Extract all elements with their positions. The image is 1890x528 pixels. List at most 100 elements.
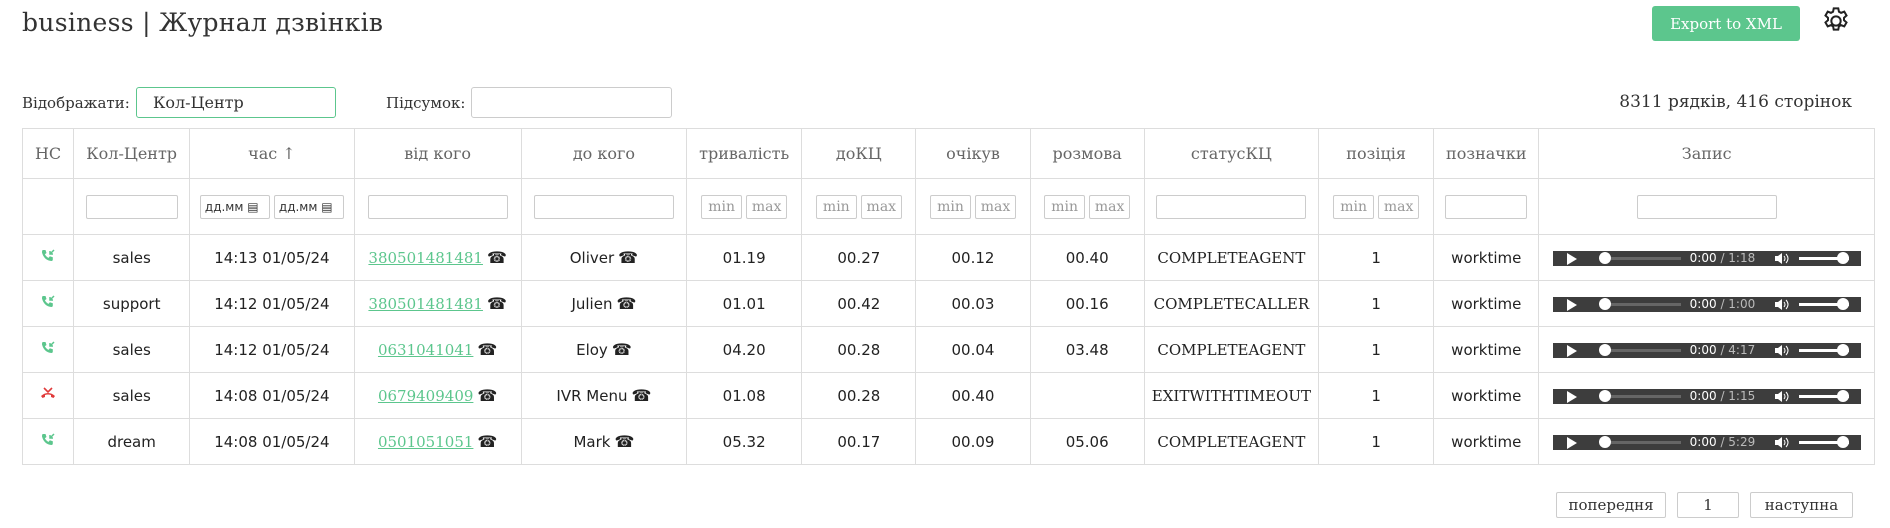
col-header-time[interactable]: час ↑ <box>189 128 355 179</box>
filter-talk-min[interactable]: min <box>1044 194 1086 219</box>
audio-player: 0:00 / 1:15 <box>1552 388 1861 404</box>
row-count: 8311 рядків, 416 сторінок <box>1619 92 1852 112</box>
phone-icon[interactable]: ☎ <box>477 386 497 405</box>
volume-knob[interactable] <box>1836 435 1849 448</box>
filter-status-input[interactable] <box>1156 194 1307 219</box>
filter-position-min[interactable]: min <box>1333 194 1375 219</box>
filter-wait-min[interactable]: min <box>929 194 971 219</box>
record-cell: 0:00 / 5:29 <box>1538 418 1875 465</box>
col-header-talk[interactable]: розмова <box>1029 128 1145 179</box>
status-cell: COMPLETEAGENT <box>1143 418 1320 465</box>
filter-from-input[interactable] <box>367 194 508 219</box>
summary-input[interactable] <box>471 87 672 118</box>
filter-duration-max[interactable]: max <box>746 194 788 219</box>
phone-icon[interactable]: ☎ <box>631 386 651 405</box>
from-cell: 380501481481 ☎ <box>353 280 522 327</box>
play-icon[interactable] <box>1566 436 1577 449</box>
table-row: support 14:12 01/05/24 380501481481 ☎ Julien… <box>21 280 1875 327</box>
col-header-position[interactable]: позіція <box>1318 128 1435 179</box>
filter-to-cc-max[interactable]: max <box>860 194 902 219</box>
filter-date-to-input[interactable]: дд.мм ▤ <box>273 194 344 219</box>
volume-icon[interactable] <box>1774 298 1789 310</box>
filter-record-input[interactable] <box>1636 194 1777 219</box>
total-time: 1:18 <box>1728 250 1756 265</box>
volume-knob[interactable] <box>1836 251 1849 264</box>
caller-link[interactable]: 380501481481 <box>368 249 483 267</box>
filter-to-cc-min[interactable]: min <box>815 194 857 219</box>
filter-to-input[interactable] <box>533 194 674 219</box>
filter-date-from-input[interactable]: дд.мм ▤ <box>199 194 270 219</box>
col-header-cc[interactable]: Кол-Центр <box>73 128 191 179</box>
filter-duration-min[interactable]: min <box>701 194 743 219</box>
play-icon[interactable] <box>1566 344 1577 357</box>
play-icon[interactable] <box>1566 298 1577 311</box>
seek-track[interactable] <box>1600 440 1681 444</box>
seek-knob[interactable] <box>1598 343 1611 356</box>
call-log-table: НС Кол-Центр час ↑ від кого до кого трив… <box>21 128 1875 465</box>
play-icon[interactable] <box>1566 252 1577 265</box>
col-header-to-cc[interactable]: доКЦ <box>801 128 917 179</box>
col-header-status[interactable]: статусКЦ <box>1143 128 1320 179</box>
phone-icon[interactable]: ☎ <box>616 294 636 313</box>
volume-knob[interactable] <box>1836 297 1849 310</box>
seek-knob[interactable] <box>1598 435 1611 448</box>
filter-tags-input[interactable] <box>1445 194 1528 219</box>
phone-icon[interactable]: ☎ <box>477 432 497 451</box>
phone-icon[interactable]: ☎ <box>487 294 507 313</box>
seek-knob[interactable] <box>1598 389 1611 402</box>
caller-link[interactable]: 0501051051 <box>378 433 473 451</box>
volume-knob[interactable] <box>1836 343 1849 356</box>
from-cell: 0679409409 ☎ <box>353 372 522 419</box>
prev-page-button[interactable]: попередня <box>1556 492 1666 518</box>
record-cell: 0:00 / 1:18 <box>1538 234 1875 281</box>
phone-icon[interactable]: ☎ <box>477 340 497 359</box>
call-direction-cell <box>21 326 75 373</box>
seek-track[interactable] <box>1600 348 1681 352</box>
phone-incoming-icon <box>40 294 56 314</box>
position-cell: 1 <box>1318 234 1435 281</box>
col-header-record[interactable]: Запис <box>1538 128 1875 179</box>
seek-knob[interactable] <box>1598 297 1611 310</box>
to-cc-cell: 00.27 <box>801 234 917 281</box>
seek-track[interactable] <box>1600 302 1681 306</box>
caller-link[interactable]: 380501481481 <box>368 295 483 313</box>
talk-cell: 00.16 <box>1029 280 1145 327</box>
col-header-tags[interactable]: позначки <box>1433 128 1540 179</box>
seek-track[interactable] <box>1600 256 1681 260</box>
position-cell: 1 <box>1318 418 1435 465</box>
seek-knob[interactable] <box>1598 251 1611 264</box>
phone-icon[interactable]: ☎ <box>618 248 638 267</box>
volume-knob[interactable] <box>1836 389 1849 402</box>
col-header-ns[interactable]: НС <box>21 128 75 179</box>
col-header-to[interactable]: до кого <box>520 128 688 179</box>
cc-cell: sales <box>73 372 191 419</box>
filter-position-max[interactable]: max <box>1378 194 1420 219</box>
volume-icon[interactable] <box>1774 252 1789 264</box>
filter-cc-input[interactable] <box>85 194 178 219</box>
calendar-icon[interactable]: ▤ <box>321 200 332 214</box>
phone-icon[interactable]: ☎ <box>612 340 632 359</box>
caller-link[interactable]: 0631041041 <box>378 341 473 359</box>
filter-wait-max[interactable]: max <box>974 194 1016 219</box>
seek-track[interactable] <box>1600 394 1681 398</box>
phone-icon[interactable]: ☎ <box>487 248 507 267</box>
export-xml-button[interactable]: Export to XML <box>1652 6 1800 41</box>
volume-icon[interactable] <box>1774 390 1789 402</box>
page-number-input[interactable]: 1 <box>1677 492 1739 518</box>
wait-cell: 00.12 <box>915 234 1031 281</box>
volume-icon[interactable] <box>1774 436 1789 448</box>
phone-icon[interactable]: ☎ <box>614 432 634 451</box>
filter-talk-max[interactable]: max <box>1089 194 1131 219</box>
show-select[interactable]: Кол-Центр <box>136 87 336 118</box>
volume-icon[interactable] <box>1774 344 1789 356</box>
play-time: 0:00 / 1:00 <box>1689 296 1756 311</box>
col-header-duration[interactable]: тривалість <box>686 128 803 179</box>
calendar-icon[interactable]: ▤ <box>247 200 258 214</box>
next-page-button[interactable]: наступна <box>1750 492 1853 518</box>
col-header-wait[interactable]: очікув <box>915 128 1031 179</box>
col-header-from[interactable]: від кого <box>353 128 522 179</box>
phone-incoming-icon <box>40 432 56 452</box>
play-icon[interactable] <box>1566 390 1577 403</box>
caller-link[interactable]: 0679409409 <box>378 387 473 405</box>
gear-icon[interactable] <box>1820 5 1852 37</box>
